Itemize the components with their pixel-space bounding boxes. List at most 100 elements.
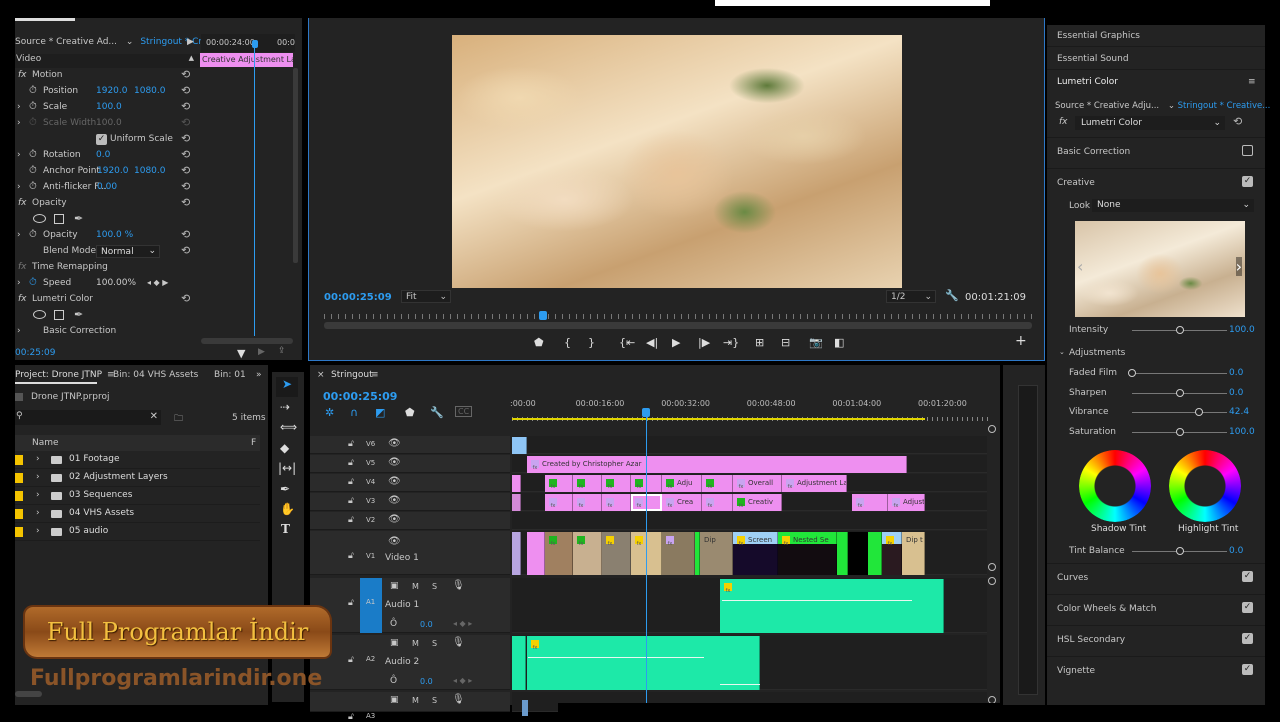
- property-value[interactable]: 100.00%: [96, 278, 136, 288]
- lock-icon[interactable]: 🔓︎: [348, 496, 354, 506]
- timeline-clip[interactable]: fx: [852, 494, 888, 511]
- filter-icon[interactable]: ▼: [237, 347, 245, 360]
- timeline-clip[interactable]: fx Nested Se: [778, 532, 837, 575]
- label-color[interactable]: [15, 491, 23, 501]
- video-scroll-handle[interactable]: [988, 563, 996, 571]
- scrollbar[interactable]: [293, 68, 298, 263]
- a3-clip[interactable]: [522, 700, 528, 716]
- expand-icon[interactable]: ›: [36, 472, 40, 482]
- play-icon[interactable]: ▶: [187, 37, 194, 47]
- property-value-y[interactable]: 1080.0: [134, 86, 166, 96]
- captions-icon[interactable]: CC: [455, 406, 473, 417]
- label-color[interactable]: [15, 473, 23, 483]
- expand-icon[interactable]: ›: [36, 490, 40, 500]
- effect-group[interactable]: Basic Correction: [43, 326, 116, 336]
- keyframe-nav-icon[interactable]: ◂ ◆ ▶: [147, 278, 168, 287]
- monitor-playhead[interactable]: [539, 311, 548, 320]
- section-basic-correction[interactable]: Basic Correction: [1057, 147, 1130, 157]
- property-value[interactable]: 100.0: [96, 118, 122, 128]
- reset-icon[interactable]: ⟲: [181, 228, 190, 241]
- audio-scroll-handle[interactable]: [988, 577, 996, 585]
- monitor-scrubber[interactable]: [324, 322, 1032, 329]
- collapse-icon[interactable]: ▲: [189, 54, 194, 62]
- slider-saturation[interactable]: [1132, 428, 1227, 437]
- stopwatch-icon[interactable]: ⏱: [29, 277, 37, 288]
- timeline-clip[interactable]: [868, 532, 882, 575]
- track-id[interactable]: A3: [366, 712, 375, 720]
- source-tab[interactable]: Source * Creative Ad...: [15, 37, 117, 47]
- reset-icon[interactable]: ⟲: [181, 132, 190, 145]
- reset-icon[interactable]: ⟲: [181, 116, 190, 129]
- snap-icon[interactable]: ∩: [350, 406, 358, 419]
- eye-icon[interactable]: 👁︎: [388, 476, 401, 487]
- section-vignette[interactable]: Vignette: [1057, 666, 1095, 676]
- chevron-down-icon[interactable]: ⌄: [1059, 348, 1065, 356]
- new-bin-icon[interactable]: 🗀: [174, 411, 183, 427]
- sync-lock-icon[interactable]: ▣: [390, 581, 399, 591]
- intensity-slider[interactable]: [1132, 326, 1227, 334]
- mark-in-icon[interactable]: {: [564, 336, 571, 349]
- zoom-select[interactable]: Fit: [406, 292, 417, 302]
- slider-sharpen[interactable]: [1132, 388, 1227, 397]
- slider-vibrance[interactable]: [1132, 408, 1227, 417]
- track-volume[interactable]: 0.0: [420, 620, 433, 629]
- zoom-scrollbar[interactable]: [201, 338, 293, 344]
- slider-value[interactable]: 0.0: [1229, 368, 1243, 378]
- slider-knob[interactable]: [1175, 428, 1184, 437]
- keyframe-nav-icon[interactable]: ◂ ◆ ▸: [453, 619, 472, 628]
- section-checkbox[interactable]: ✓: [1242, 602, 1253, 613]
- marker-icon[interactable]: ⬟: [405, 406, 415, 419]
- timeline-clip[interactable]: Dip: [700, 532, 733, 575]
- timeline-clip[interactable]: fx Creativ: [733, 494, 782, 511]
- section-checkbox[interactable]: ✓: [1242, 633, 1253, 644]
- export-frame-icon[interactable]: 📷: [809, 336, 823, 349]
- eye-icon[interactable]: 👁︎: [388, 457, 401, 468]
- more-tabs-icon[interactable]: »: [256, 370, 262, 380]
- timeline-clip[interactable]: [512, 437, 527, 454]
- microphone-icon[interactable]: 🎙︎: [452, 637, 465, 648]
- expand-icon[interactable]: ›: [36, 508, 40, 518]
- expand-icon[interactable]: ›: [17, 150, 21, 160]
- panel-lumetri-color[interactable]: Lumetri Color: [1047, 71, 1265, 93]
- lock-icon[interactable]: 🔓︎: [348, 551, 354, 561]
- section-curves[interactable]: Curves: [1057, 573, 1088, 583]
- property-value[interactable]: 1920.0: [96, 86, 128, 96]
- track-id[interactable]: V3: [366, 497, 375, 505]
- highlight-tint-wheel[interactable]: [1169, 450, 1241, 522]
- volume-rubberband[interactable]: [528, 657, 704, 658]
- section-color-wheels-match[interactable]: Color Wheels & Match: [1057, 604, 1156, 614]
- project-item[interactable]: › 01 Footage: [15, 451, 260, 469]
- section-checkbox[interactable]: ✓: [1242, 664, 1253, 675]
- mute-button[interactable]: M: [412, 696, 419, 705]
- basic-correction-checkbox[interactable]: [1242, 145, 1253, 156]
- mute-button[interactable]: M: [412, 639, 419, 648]
- volume-rubberband[interactable]: [720, 684, 760, 685]
- volume-knob-icon[interactable]: Ô: [390, 676, 397, 686]
- timeline-clip[interactable]: [837, 532, 848, 575]
- solo-button[interactable]: S: [432, 696, 437, 705]
- mark-out-icon[interactable]: }: [588, 336, 595, 349]
- expand-icon[interactable]: ›: [36, 454, 40, 464]
- timeline-clip[interactable]: fx Crea: [662, 494, 702, 511]
- ellipse-mask-icon[interactable]: [33, 214, 46, 223]
- reset-icon[interactable]: ⟲: [181, 164, 190, 177]
- lock-icon[interactable]: 🔓︎: [348, 458, 354, 468]
- tab-bin-01[interactable]: Bin: 01: [214, 370, 246, 380]
- track-select-tool-icon[interactable]: ⇢: [280, 400, 290, 414]
- expand-icon[interactable]: ›: [17, 118, 21, 128]
- ripple-edit-tool-icon[interactable]: ⟺: [280, 420, 297, 434]
- eye-icon[interactable]: 👁︎: [388, 536, 401, 547]
- pen-tool-icon[interactable]: ✒: [280, 482, 290, 496]
- reset-icon[interactable]: ⟲: [1233, 115, 1242, 128]
- track-id[interactable]: A1: [366, 598, 375, 606]
- property-value[interactable]: 0.00: [97, 182, 117, 192]
- video-scroll-handle[interactable]: [988, 425, 996, 433]
- timeline-clip[interactable]: fx: [573, 475, 602, 492]
- volume-knob-icon[interactable]: Ô: [390, 619, 397, 629]
- play-audio-icon[interactable]: ▶: [258, 347, 265, 357]
- look-select[interactable]: None: [1097, 200, 1120, 210]
- lock-icon[interactable]: 🔓︎: [348, 712, 354, 722]
- audio-clip[interactable]: [512, 636, 526, 690]
- fx-icon[interactable]: fx: [18, 294, 27, 304]
- timeline-clip[interactable]: fx: [882, 532, 902, 575]
